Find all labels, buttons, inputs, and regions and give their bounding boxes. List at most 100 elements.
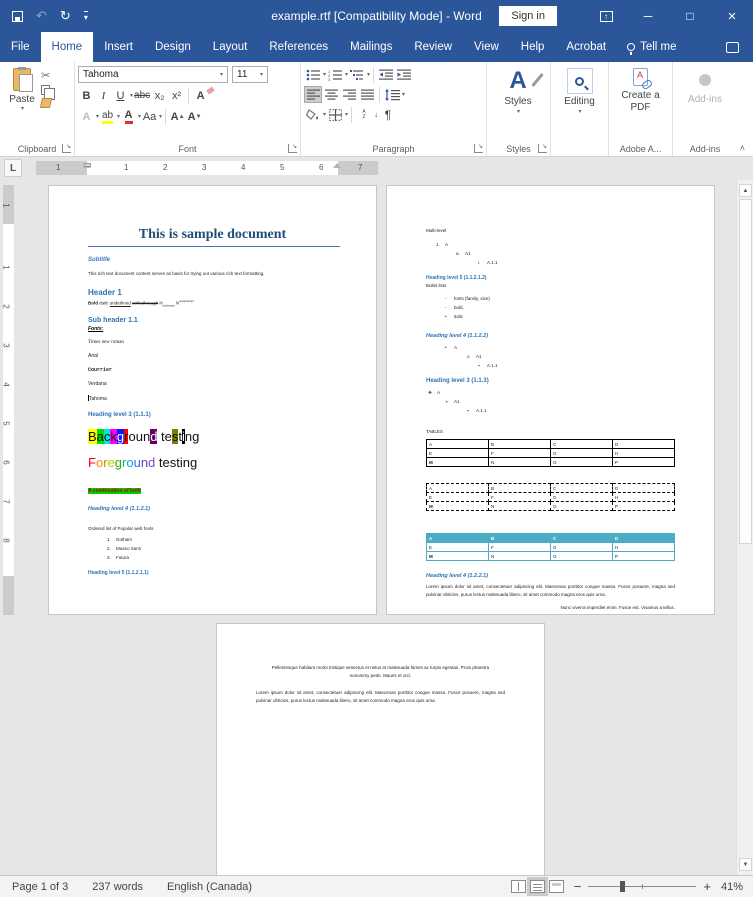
language-indicator[interactable]: English (Canada) [155,881,264,893]
bold-button[interactable]: B [78,87,95,104]
right-indent-marker[interactable] [333,163,341,168]
read-mode-icon[interactable] [511,880,526,893]
tab-review[interactable]: Review [403,32,463,62]
subscript-button[interactable]: x₂ [151,87,168,104]
collapse-ribbon-icon[interactable]: ˄ [740,143,745,153]
table-cell: E [427,449,489,458]
line-spacing-icon[interactable] [383,86,401,103]
font-dialog-launcher[interactable]: ↘ [288,144,297,153]
grow-font-icon[interactable]: A▲ [169,108,186,125]
justify-icon[interactable] [358,86,376,103]
tab-references[interactable]: References [258,32,339,62]
page-2[interactable]: Multi-level 1.Aa.A1i.A.1.1 Heading level… [386,185,715,615]
strikethrough-button[interactable]: abc [133,87,151,104]
list-text: A1 [454,399,460,404]
editing-button[interactable] [567,68,593,94]
scroll-up-icon[interactable]: ▲ [739,184,752,197]
show-hide-paragraph-icon[interactable]: ¶ [379,106,397,123]
zoom-level[interactable]: 41% [721,881,753,893]
font-size-select[interactable]: 11▾ [232,66,268,83]
clear-formatting-icon[interactable]: A [192,87,209,104]
scrollbar-thumb[interactable] [739,199,752,544]
table-cell: F [489,493,551,502]
styles-dialog-launcher[interactable]: ↘ [538,144,547,153]
text-effects-icon[interactable]: A [78,108,95,125]
customize-qat-icon[interactable]: ▾ [84,11,88,22]
create-pdf-icon [633,68,648,86]
align-center-icon[interactable] [322,86,340,103]
tab-acrobat[interactable]: Acrobat [555,32,617,62]
zoom-in-icon[interactable]: + [703,879,711,894]
page-indicator[interactable]: Page 1 of 3 [0,881,80,893]
underline-button[interactable]: U [112,87,129,104]
tab-layout[interactable]: Layout [202,32,259,62]
left-indent-marker[interactable] [84,163,91,167]
shading-icon[interactable] [304,106,322,123]
combination-line: A combination of both [88,479,337,497]
cut-icon[interactable]: ✂ [41,69,51,82]
tab-mailings[interactable]: Mailings [339,32,403,62]
sign-in-button[interactable]: Sign in [499,6,557,26]
font-color-icon[interactable]: A [125,110,133,124]
clipboard-dialog-launcher[interactable]: ↘ [62,144,71,153]
tab-view[interactable]: View [463,32,510,62]
redo-icon[interactable]: ↻ [60,8,71,24]
save-icon[interactable] [12,11,23,22]
word-count[interactable]: 237 words [80,881,155,893]
paragraph-dialog-launcher[interactable]: ↘ [474,144,483,153]
decrease-indent-icon[interactable] [377,66,395,83]
close-button[interactable]: × [711,0,753,32]
horizontal-ruler[interactable]: 11234567 [36,161,378,175]
copy-icon[interactable] [41,85,50,95]
shrink-font-icon[interactable]: A▼ [186,108,203,125]
tab-selector[interactable]: L [4,159,22,177]
create-pdf-button[interactable]: Create a PDF [620,90,662,114]
table-cell: A [427,484,489,493]
font-sample: Times new roman [88,340,337,345]
zoom-slider-thumb[interactable] [620,881,625,892]
bullet-list-icon[interactable] [304,66,322,83]
comment-icon[interactable] [726,42,739,53]
addins-button[interactable]: Add-ins [676,94,734,106]
vertical-ruler[interactable]: 112345678 [3,185,14,615]
styles-button[interactable]: A Styles ▾ [490,66,546,139]
font-name-select[interactable]: Tahoma▾ [78,66,228,83]
undo-icon[interactable]: ↶ [36,8,47,24]
increase-indent-icon[interactable] [395,66,413,83]
borders-icon[interactable] [326,106,344,123]
zoom-slider[interactable] [588,886,696,887]
tab-help[interactable]: Help [510,32,556,62]
list-marker: - [445,294,454,303]
font-sample-text: Times new roman [88,340,124,345]
tab-home[interactable]: Home [41,32,94,62]
sort-icon[interactable]: AZ [355,106,373,123]
numbered-list-icon[interactable]: 123 [326,66,344,83]
italic-button[interactable]: I [95,87,112,104]
tab-design[interactable]: Design [144,32,202,62]
tab-insert[interactable]: Insert [93,32,144,62]
page-3[interactable]: Pellentesque habitant morbi tristique se… [216,623,545,875]
ribbon-display-options-button[interactable]: ↑ [585,0,627,32]
web-layout-icon[interactable] [549,880,564,893]
superscript-button[interactable]: x² [168,87,185,104]
tell-me-box[interactable]: Tell me [617,32,686,62]
multilevel-list-icon[interactable] [348,66,366,83]
zoom-controls: − + [564,879,721,894]
vertical-scrollbar[interactable]: ▲ ▼ [736,180,753,875]
maximize-button[interactable]: □ [669,0,711,32]
scroll-down-icon[interactable]: ▼ [739,858,752,871]
align-left-icon[interactable] [304,86,322,103]
tab-file[interactable]: File [0,32,41,62]
format-painter-icon[interactable] [40,98,52,108]
paste-button[interactable]: Paste ▾ [3,66,41,139]
highlight-color-icon[interactable]: ab [102,110,113,124]
minimize-button[interactable]: ─ [627,0,669,32]
change-case-icon[interactable]: Aa [141,108,158,125]
align-right-icon[interactable] [340,86,358,103]
zoom-out-icon[interactable]: − [574,879,582,894]
paste-dropdown-icon[interactable]: ▾ [21,105,24,112]
table-row: MNOP [427,552,675,561]
print-layout-icon[interactable] [530,880,545,893]
page-1[interactable]: This is sample document Subtitle This ri… [48,185,377,615]
ribbon-tab-bar: File Home Insert Design Layout Reference… [0,32,753,62]
